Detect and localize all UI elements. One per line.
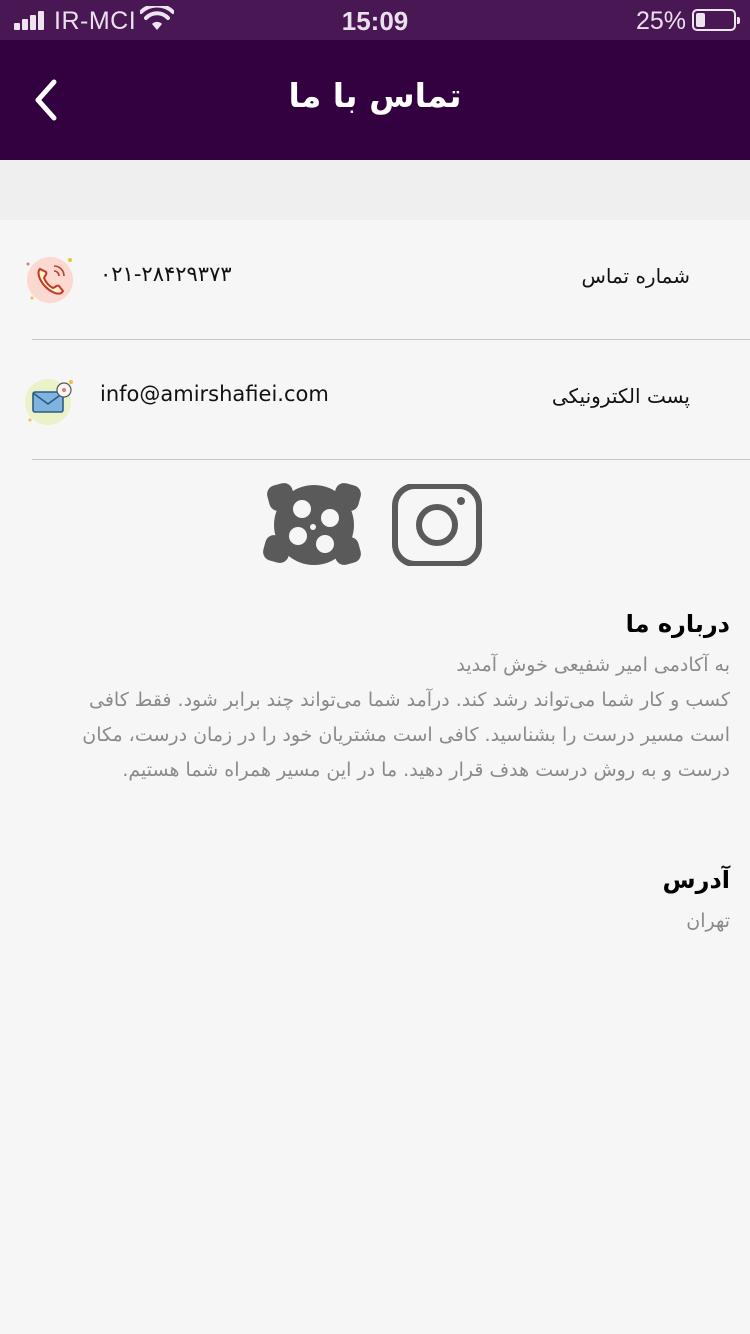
mail-icon bbox=[25, 379, 73, 425]
phone-label: شماره تماس bbox=[581, 264, 690, 288]
status-bar: IR-MCI 15:09 25% bbox=[0, 0, 750, 40]
address-value: تهران bbox=[686, 910, 730, 932]
nav-bar: تماس با ما bbox=[0, 40, 750, 160]
aparat-icon[interactable] bbox=[262, 478, 366, 572]
battery-percent: 25% bbox=[635, 7, 686, 35]
divider bbox=[32, 459, 750, 460]
about-text: به آکادمی امیر شفیعی خوش آمدید کسب و کار… bbox=[18, 648, 730, 788]
contact-row-phone[interactable]: ۰۲۱-۲۸۴۲۹۳۷۳ شماره تماس bbox=[0, 220, 750, 340]
about-line: درست و به روش درست هدف قرار دهید. ما در … bbox=[122, 759, 730, 781]
phone-number: ۰۲۱-۲۸۴۲۹۳۷۳ bbox=[100, 262, 232, 286]
about-line: به آکادمی امیر شفیعی خوش آمدید bbox=[456, 654, 730, 676]
address-title: آدرس bbox=[662, 866, 730, 894]
instagram-icon[interactable] bbox=[391, 484, 483, 566]
social-links bbox=[0, 478, 750, 574]
contact-row-email[interactable]: info@amirshafiei.com پست الکترونیکی bbox=[0, 340, 750, 460]
about-line: است مسیر درست را بشناسید. کافی است مشتری… bbox=[82, 724, 730, 746]
page-title: تماس با ما bbox=[288, 76, 462, 115]
email-address: info@amirshafiei.com bbox=[100, 382, 329, 406]
battery-level bbox=[696, 13, 705, 27]
email-label: پست الکترونیکی bbox=[551, 384, 690, 408]
about-title: درباره ما bbox=[625, 610, 730, 638]
battery-icon bbox=[692, 9, 740, 31]
about-line: کسب و کار شما می‌تواند رشد کند. درآمد شم… bbox=[88, 689, 730, 711]
header-spacer bbox=[0, 160, 750, 220]
phone-icon bbox=[26, 257, 73, 303]
